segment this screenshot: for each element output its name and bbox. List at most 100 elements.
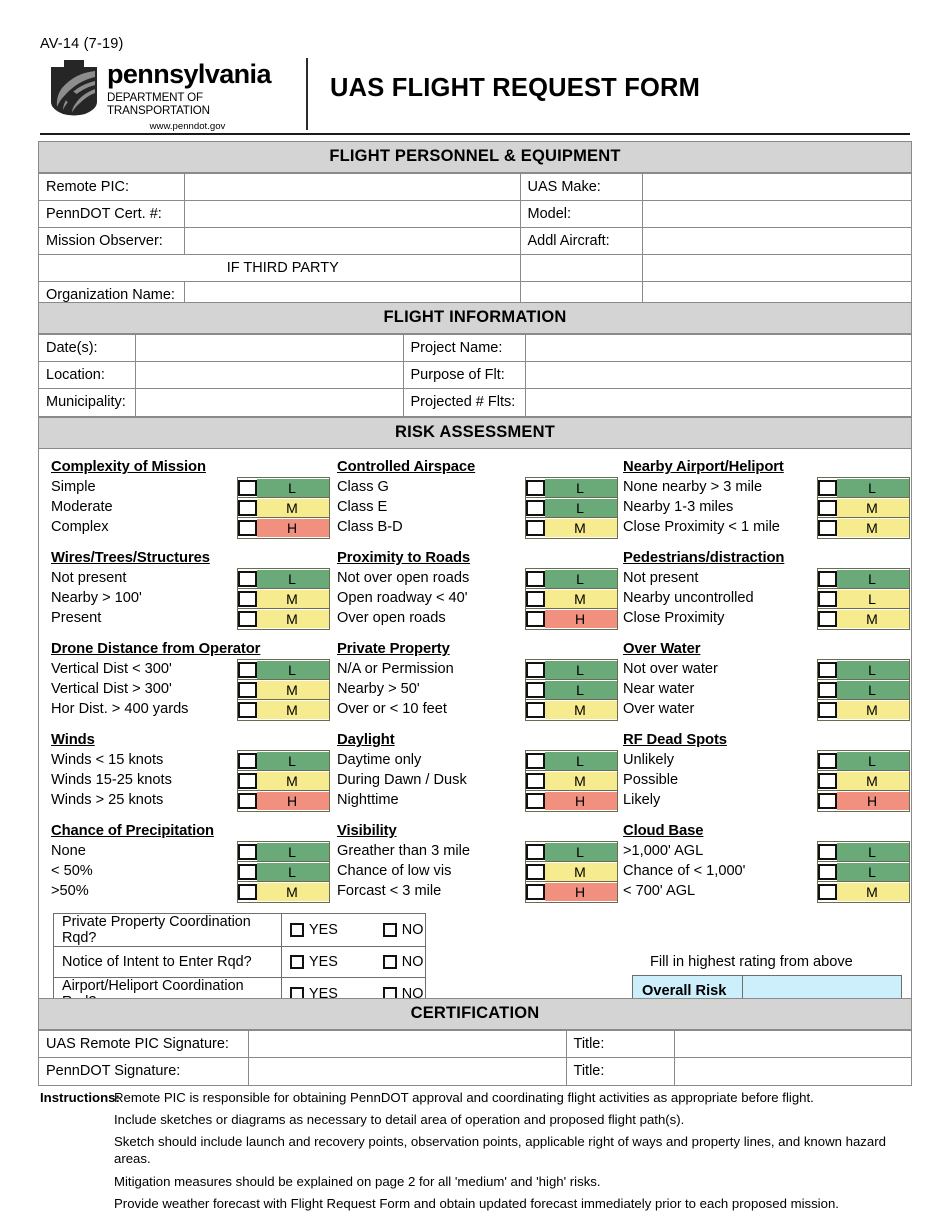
risk-option-checkbox[interactable]	[238, 611, 257, 627]
risk-option-checkbox[interactable]	[238, 479, 257, 496]
risk-rows: Class G Class E Class B-D L L M	[337, 477, 618, 539]
field-model[interactable]	[641, 200, 911, 228]
risk-option-checkbox[interactable]	[818, 661, 837, 678]
risk-group: Winds Winds < 15 knots Winds 15-25 knots Wi…	[51, 732, 330, 812]
label-purpose-of-flight: Purpose of Flt:	[402, 361, 526, 389]
no-checkbox[interactable]	[382, 923, 397, 937]
field-title-2[interactable]	[673, 1057, 911, 1085]
risk-rating-box: LLM	[237, 841, 330, 903]
field-dates[interactable]	[134, 334, 404, 362]
risk-option-checkbox[interactable]	[526, 479, 545, 496]
yes-no-option[interactable]: YES	[290, 954, 338, 970]
risk-option-checkbox[interactable]	[238, 884, 257, 900]
risk-option-checkbox[interactable]	[526, 661, 545, 678]
field-uas-make[interactable]	[641, 173, 911, 201]
risk-level-cell: M	[837, 771, 909, 790]
risk-option-label: Near water	[623, 681, 695, 697]
risk-option-label: Not present	[51, 570, 127, 586]
field-purpose-of-flight[interactable]	[524, 361, 911, 389]
field-penndot-cert[interactable]	[183, 200, 521, 228]
risk-option-checkbox[interactable]	[818, 863, 837, 880]
risk-option-checkbox[interactable]	[526, 499, 545, 516]
risk-option-checkbox[interactable]	[526, 752, 545, 769]
risk-option-checkbox[interactable]	[238, 702, 257, 718]
field-mission-observer[interactable]	[183, 227, 521, 255]
yes-checkbox[interactable]	[290, 955, 304, 969]
yes-no-option[interactable]: YES	[290, 922, 338, 938]
field-projected-flights[interactable]	[524, 388, 911, 416]
risk-labels: None < 50% >50%	[51, 841, 237, 903]
yes-no-option[interactable]: NO	[382, 954, 423, 970]
risk-rating-box: LLM	[817, 568, 910, 630]
field-penndot-signature[interactable]	[247, 1057, 567, 1085]
no-checkbox[interactable]	[382, 955, 397, 969]
risk-option-row: L	[238, 660, 329, 680]
risk-option-checkbox[interactable]	[238, 661, 257, 678]
risk-option-row: M	[818, 700, 909, 720]
field-municipality[interactable]	[134, 388, 404, 416]
risk-option-checkbox[interactable]	[818, 590, 837, 607]
risk-option-checkbox[interactable]	[238, 520, 257, 536]
risk-option-row: H	[818, 791, 909, 811]
risk-option-checkbox[interactable]	[526, 570, 545, 587]
risk-option-checkbox[interactable]	[238, 590, 257, 607]
risk-option-checkbox[interactable]	[818, 702, 837, 718]
risk-labels: Class G Class E Class B-D	[337, 477, 525, 539]
risk-option-checkbox[interactable]	[526, 520, 545, 536]
risk-option-checkbox[interactable]	[526, 611, 545, 627]
instruction-text: Include sketches or diagrams as necessar…	[114, 1112, 685, 1128]
risk-option-checkbox[interactable]	[526, 590, 545, 607]
risk-level-cell: L	[837, 862, 909, 881]
risk-option-checkbox[interactable]	[818, 479, 837, 496]
risk-option-checkbox[interactable]	[526, 843, 545, 860]
risk-level-cell: M	[837, 701, 909, 719]
risk-option-checkbox[interactable]	[526, 793, 545, 809]
risk-option-checkbox[interactable]	[238, 752, 257, 769]
risk-level-cell: H	[545, 883, 617, 901]
risk-labels: Not over open roads Open roadway < 40' Ove…	[337, 568, 525, 630]
field-title-1[interactable]	[673, 1030, 911, 1058]
risk-option-checkbox[interactable]	[238, 499, 257, 516]
risk-option-row: M	[526, 589, 617, 609]
risk-option-checkbox[interactable]	[818, 499, 837, 516]
page-title: UAS FLIGHT REQUEST FORM	[330, 74, 701, 102]
risk-level-cell: M	[545, 701, 617, 719]
field-addl-aircraft[interactable]	[641, 227, 911, 255]
field-project-name[interactable]	[524, 334, 911, 362]
risk-option-checkbox[interactable]	[818, 520, 837, 536]
risk-option-row: H	[526, 609, 617, 629]
label-penndot-cert: PennDOT Cert. #:	[39, 200, 185, 228]
risk-option-checkbox[interactable]	[238, 863, 257, 880]
risk-option-checkbox[interactable]	[818, 570, 837, 587]
risk-option-checkbox[interactable]	[818, 884, 837, 900]
risk-option-label: Vertical Dist < 300'	[51, 661, 172, 677]
risk-option-checkbox[interactable]	[818, 772, 837, 789]
yes-checkbox[interactable]	[290, 923, 304, 937]
risk-option-checkbox[interactable]	[238, 843, 257, 860]
risk-rating-box: LMH	[525, 750, 618, 812]
risk-option-checkbox[interactable]	[238, 570, 257, 587]
risk-option-checkbox[interactable]	[818, 793, 837, 809]
risk-option-checkbox[interactable]	[526, 772, 545, 789]
field-remote-pic[interactable]	[183, 173, 521, 201]
risk-option-checkbox[interactable]	[818, 843, 837, 860]
logo-wordmark: pennsylvania DEPARTMENT OF TRANSPORTATIO…	[107, 58, 302, 133]
risk-option-checkbox[interactable]	[238, 681, 257, 698]
risk-option-checkbox[interactable]	[238, 793, 257, 809]
risk-option-row: L	[526, 751, 617, 771]
risk-option-checkbox[interactable]	[238, 772, 257, 789]
field-location[interactable]	[134, 361, 404, 389]
risk-option-checkbox[interactable]	[818, 752, 837, 769]
risk-option-row: M	[526, 700, 617, 720]
yes-no-option[interactable]: NO	[382, 922, 423, 938]
risk-option-row: M	[818, 882, 909, 902]
risk-option-checkbox[interactable]	[818, 681, 837, 698]
field-uas-remote-pic-signature[interactable]	[247, 1030, 567, 1058]
risk-rating-box: LMH	[525, 841, 618, 903]
risk-option-label: Hor Dist. > 400 yards	[51, 701, 189, 717]
risk-option-checkbox[interactable]	[526, 863, 545, 880]
risk-option-checkbox[interactable]	[526, 702, 545, 718]
risk-option-checkbox[interactable]	[818, 611, 837, 627]
risk-option-checkbox[interactable]	[526, 681, 545, 698]
risk-option-checkbox[interactable]	[526, 884, 545, 900]
